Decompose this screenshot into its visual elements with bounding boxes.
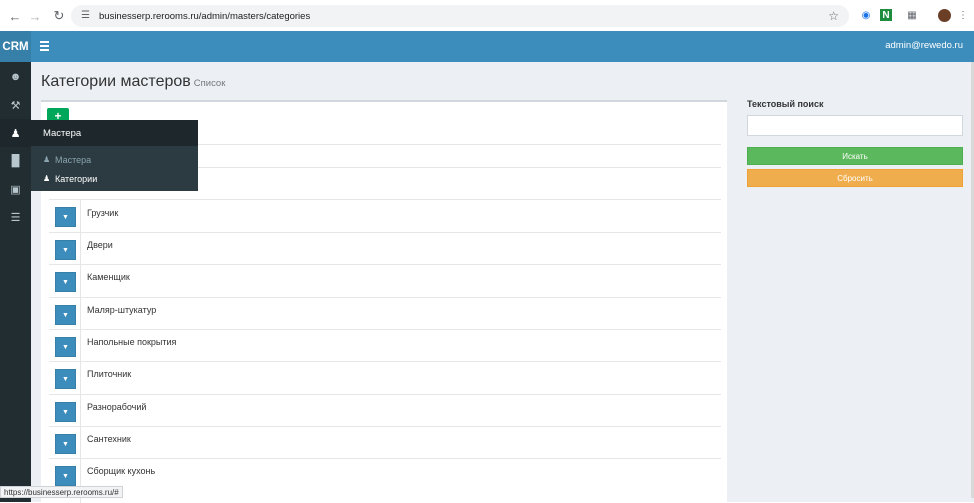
status-bar-url: https://businesserp.rerooms.ru/#: [0, 486, 123, 498]
flyout-title[interactable]: Мастера: [31, 120, 198, 146]
user-menu[interactable]: admin@rewedo.ru: [885, 40, 963, 51]
search-panel-title: Текстовый поиск: [747, 99, 824, 109]
category-name: Сборщик кухонь: [87, 466, 156, 476]
category-name: Каменщик: [87, 272, 130, 282]
page-title: Категории мастеров Список: [41, 73, 225, 91]
category-name: Напольные покрытия: [87, 337, 177, 347]
table-row: ▼ Грузчик: [49, 199, 721, 233]
table-row: ▼ Плиточник: [49, 361, 721, 395]
table-row: ▼ Сантехник: [49, 426, 721, 459]
row-dropdown-button[interactable]: ▼: [55, 434, 76, 454]
wrench-icon[interactable]: ⚒: [0, 91, 31, 119]
page-subtitle: Список: [193, 78, 226, 89]
url-text: businesserp.rerooms.ru/admin/masters/cat…: [99, 10, 311, 22]
masters-icon[interactable]: ♟: [0, 119, 31, 147]
brand-logo[interactable]: CRM: [0, 31, 31, 62]
submenu-item-masters[interactable]: ♟ Мастера: [31, 150, 198, 169]
list-icon[interactable]: ☰: [0, 203, 31, 231]
search-button[interactable]: Искать: [747, 147, 963, 165]
person-icon: ♟: [43, 174, 51, 183]
table-row: ▼ Двери: [49, 232, 721, 265]
search-input[interactable]: [747, 115, 963, 136]
globe-extension-icon[interactable]: ◉: [858, 7, 874, 23]
submenu-item-categories[interactable]: ♟ Категории: [31, 169, 198, 188]
person-icon: ♟: [43, 155, 51, 164]
industry-icon[interactable]: █: [0, 147, 31, 175]
table-row: ▼ Разнорабочий: [49, 394, 721, 427]
page-title-text: Категории мастеров: [41, 73, 191, 90]
table-row: ▼ Каменщик: [49, 264, 721, 298]
row-dropdown-button[interactable]: ▼: [55, 337, 76, 357]
browser-menu-icon[interactable]: ⋮: [955, 7, 971, 23]
archive-icon[interactable]: ▣: [0, 175, 31, 203]
extensions-puzzle-icon[interactable]: ▦: [904, 7, 920, 23]
sidebar-toggle-icon[interactable]: [40, 41, 49, 51]
flyout-submenu: ♟ Мастера ♟ Категории: [31, 146, 198, 191]
category-name: Плиточник: [87, 369, 132, 379]
bookmark-star-icon[interactable]: ☆: [828, 9, 839, 23]
table-row: ▼ Сборщик кухонь: [49, 458, 721, 503]
table-row: ▼ Напольные покрытия: [49, 329, 721, 362]
app-header: CRM admin@rewedo.ru: [0, 31, 974, 62]
sidebar: ☻ ⚒ ♟ █ ▣ ☰: [0, 62, 31, 502]
browser-toolbar: ← → ↻ ☰ businesserp.rerooms.ru/admin/mas…: [0, 0, 974, 31]
table-row: ▼ Маляр-штукатур: [49, 297, 721, 330]
row-dropdown-button[interactable]: ▼: [55, 305, 76, 325]
reload-icon[interactable]: ↻: [48, 5, 70, 27]
reset-button[interactable]: Сбросить: [747, 169, 963, 187]
row-dropdown-button[interactable]: ▼: [55, 466, 76, 486]
row-dropdown-button[interactable]: ▼: [55, 402, 76, 422]
submenu-item-label: Мастера: [55, 154, 92, 165]
row-dropdown-button[interactable]: ▼: [55, 207, 76, 227]
n-extension-icon[interactable]: N: [880, 9, 892, 21]
profile-avatar-icon[interactable]: [938, 9, 951, 22]
site-info-icon[interactable]: ☰: [81, 11, 91, 21]
category-name: Сантехник: [87, 434, 131, 444]
category-name: Разнорабочий: [87, 402, 147, 412]
address-bar[interactable]: ☰ businesserp.rerooms.ru/admin/masters/c…: [71, 5, 849, 27]
back-icon[interactable]: ←: [4, 5, 26, 27]
forward-icon[interactable]: →: [24, 5, 46, 27]
row-dropdown-button[interactable]: ▼: [55, 272, 76, 292]
users-icon[interactable]: ☻: [0, 63, 31, 91]
category-name: Маляр-штукатур: [87, 305, 157, 315]
row-dropdown-button[interactable]: ▼: [55, 369, 76, 389]
category-name: Двери: [87, 240, 113, 250]
row-dropdown-button[interactable]: ▼: [55, 240, 76, 260]
category-name: Грузчик: [87, 208, 119, 218]
submenu-item-label: Категории: [55, 173, 98, 184]
